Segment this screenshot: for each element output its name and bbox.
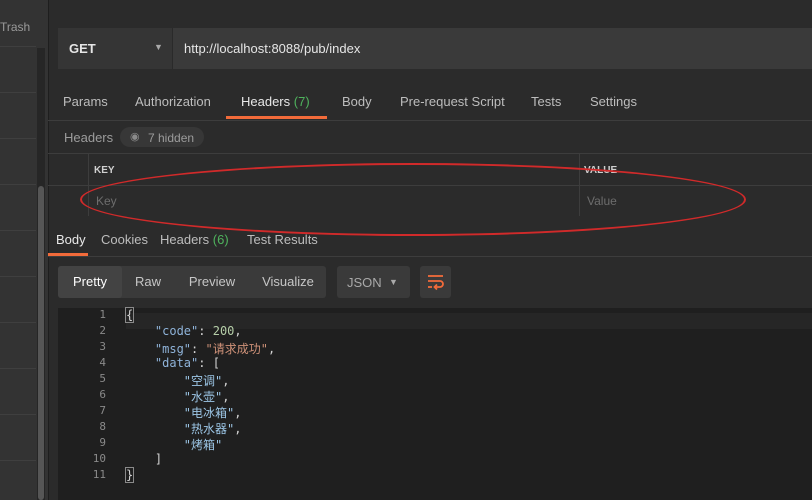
column-key-header: KEY: [94, 165, 115, 176]
line-number: 4: [99, 356, 106, 369]
code-line: "data": [: [154, 356, 220, 370]
response-tab-headers-label: Headers: [160, 232, 210, 247]
close-brace: }: [124, 467, 135, 483]
headers-table: KEY VALUE: [48, 153, 812, 216]
sidebar-trash[interactable]: Trash: [0, 20, 30, 34]
response-tab-cookies[interactable]: Cookies: [101, 232, 148, 247]
line-number: 6: [99, 388, 106, 401]
tab-prerequest-script[interactable]: Pre-request Script: [400, 94, 505, 109]
response-tab-body[interactable]: Body: [56, 232, 86, 247]
json-key: "msg": [154, 342, 192, 356]
json-array-item: "空调": [183, 374, 223, 388]
tab-authorization[interactable]: Authorization: [135, 94, 211, 109]
view-preview-button[interactable]: Preview: [176, 266, 248, 298]
header-value-input[interactable]: [581, 190, 812, 212]
response-tab-test-results[interactable]: Test Results: [247, 232, 318, 247]
sidebar-divider: [0, 276, 36, 277]
url-input[interactable]: http://localhost:8088/pub/index: [184, 41, 360, 56]
sidebar-divider: [0, 92, 36, 93]
sidebar-divider: [0, 322, 36, 323]
sidebar-divider: [0, 230, 36, 231]
line-number: 8: [99, 420, 106, 433]
code-line: ]: [126, 452, 162, 466]
response-tab-headers-count: (6): [212, 232, 229, 247]
sidebar-scrollbar-thumb[interactable]: [38, 186, 44, 500]
view-pretty-button[interactable]: Pretty: [58, 266, 122, 298]
tab-headers-label: Headers: [241, 94, 291, 109]
line-number: 2: [99, 324, 106, 337]
response-body-editor[interactable]: 1 2 3 4 5 6 7 8 9 10 11 { "code": 200, "…: [58, 307, 812, 500]
code-line: }: [124, 467, 135, 483]
format-select[interactable]: JSON ▼: [337, 266, 410, 298]
json-key: "code": [154, 324, 199, 338]
code-line: "水壶",: [183, 390, 230, 404]
header-key-input[interactable]: [90, 190, 582, 212]
array-open: [: [212, 356, 220, 370]
method-label: GET: [69, 41, 96, 56]
view-mode-group: Pretty Raw Preview Visualize: [58, 266, 326, 298]
json-string: "请求成功": [205, 342, 268, 356]
code-line: "空调",: [183, 374, 230, 388]
view-raw-button[interactable]: Raw: [122, 266, 174, 298]
line-number: 9: [99, 436, 106, 449]
wrap-lines-icon: [428, 275, 444, 291]
column-value-header: VALUE: [584, 165, 618, 176]
sidebar-divider: [0, 460, 36, 461]
hidden-headers-toggle[interactable]: ◉ 7 hidden: [120, 127, 204, 147]
line-number: 3: [99, 340, 106, 353]
sidebar-divider: [0, 138, 36, 139]
code-line: "烤箱": [126, 436, 222, 453]
response-tab-headers[interactable]: Headers (6): [160, 232, 229, 247]
caret-down-icon: ▼: [389, 277, 398, 287]
tab-tests[interactable]: Tests: [531, 94, 561, 109]
json-array-item: "电冰箱": [183, 406, 235, 420]
view-visualize-button[interactable]: Visualize: [250, 266, 326, 298]
request-tabs: Params Authorization Headers (7) Body Pr…: [48, 84, 812, 121]
array-close: ]: [154, 452, 163, 466]
sidebar-divider: [0, 368, 36, 369]
eye-icon: ◉: [130, 131, 140, 143]
json-number: 200: [212, 324, 235, 338]
format-label: JSON: [347, 275, 382, 290]
code-line: "code": 200,: [154, 324, 242, 338]
active-response-tab-indicator: [48, 253, 88, 256]
line-number: 7: [99, 404, 106, 417]
code-line: {: [124, 307, 135, 323]
tab-body[interactable]: Body: [342, 94, 372, 109]
json-array-item: "烤箱": [183, 438, 223, 452]
sidebar: Trash: [0, 0, 49, 500]
line-number: 5: [99, 372, 106, 385]
headers-label: Headers: [64, 130, 114, 145]
line-number: 11: [92, 468, 106, 481]
wrap-lines-button[interactable]: [420, 266, 451, 298]
json-array-item: "热水器": [183, 422, 235, 436]
hidden-count: 7 hidden: [148, 131, 195, 145]
caret-down-icon: ▼: [154, 42, 163, 52]
sidebar-divider: [0, 414, 36, 415]
line-number: 1: [99, 308, 106, 321]
tab-headers-count: (7): [293, 94, 310, 109]
tab-params[interactable]: Params: [63, 94, 108, 109]
sidebar-divider: [0, 184, 36, 185]
sidebar-divider: [0, 46, 36, 47]
request-bar: GET ▼ http://localhost:8088/pub/index: [58, 28, 812, 69]
json-array-item: "水壶": [183, 390, 223, 404]
open-brace: {: [124, 307, 135, 323]
line-number: 10: [92, 452, 106, 465]
headers-table-header-row: [48, 154, 812, 186]
active-tab-indicator: [226, 116, 327, 119]
code-line: "电冰箱",: [183, 406, 242, 420]
response-tabs: Body Cookies Headers (6) Test Results: [48, 224, 812, 257]
code-line: "热水器",: [183, 422, 242, 436]
tab-settings[interactable]: Settings: [590, 94, 637, 109]
headers-subbar: Headers ◉ 7 hidden: [48, 121, 812, 153]
method-select[interactable]: GET ▼: [58, 28, 173, 69]
code-line: "msg": "请求成功",: [154, 342, 276, 356]
tab-headers[interactable]: Headers (7): [241, 94, 310, 109]
headers-table-gutter: [48, 154, 89, 216]
json-key: "data": [154, 356, 199, 370]
